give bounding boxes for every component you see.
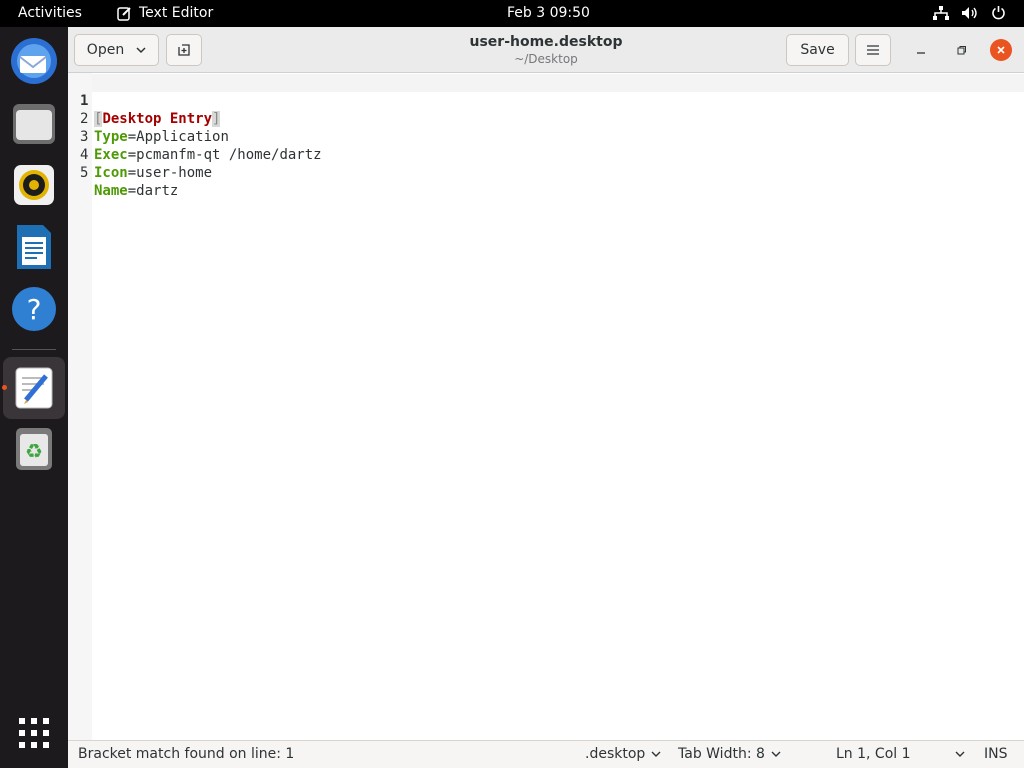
power-icon bbox=[992, 6, 1005, 20]
app-menu-label: Text Editor bbox=[139, 5, 214, 21]
text-editor-icon bbox=[15, 367, 53, 409]
save-button[interactable]: Save bbox=[786, 34, 849, 66]
open-button-label: Open bbox=[86, 42, 125, 58]
rhythmbox-launcher[interactable] bbox=[10, 161, 58, 209]
equals-sign: = bbox=[127, 183, 137, 199]
window-title: user-home.desktop bbox=[469, 34, 623, 50]
key-name: Name bbox=[94, 183, 128, 199]
chevron-down-icon bbox=[651, 751, 661, 757]
menu-button[interactable] bbox=[855, 34, 891, 66]
equals-sign: = bbox=[127, 129, 137, 145]
current-line-highlight bbox=[68, 74, 1024, 92]
tab-width-selector[interactable]: Tab Width: 8 bbox=[678, 746, 781, 762]
new-tab-icon bbox=[178, 44, 190, 56]
help-icon: ? bbox=[12, 287, 56, 331]
save-button-label: Save bbox=[800, 42, 835, 58]
code-line: 3 Exec=pcmanfm-qt /home/dartz bbox=[68, 110, 322, 163]
text-view[interactable]: 1 [Desktop Entry] 2 Type=Application 3 E… bbox=[68, 73, 1024, 740]
show-applications-button[interactable] bbox=[10, 709, 58, 757]
files-launcher[interactable] bbox=[10, 99, 58, 147]
libreoffice-writer-icon bbox=[17, 225, 51, 269]
volume-icon bbox=[962, 6, 977, 19]
header-bar: Open user-home.desktop ~/Desktop Save bbox=[68, 27, 1024, 73]
text-editor-launcher[interactable] bbox=[10, 364, 58, 412]
new-tab-button[interactable] bbox=[166, 34, 202, 66]
code-line: 4 Icon=user-home bbox=[68, 128, 212, 181]
dock: ? ♻ bbox=[0, 27, 68, 768]
equals-sign: = bbox=[127, 165, 137, 181]
language-selector[interactable]: .desktop bbox=[585, 746, 661, 762]
code-text: Exec=pcmanfm-qt /home/dartz bbox=[94, 146, 322, 164]
minimize-icon bbox=[917, 52, 925, 54]
running-indicator bbox=[2, 385, 7, 390]
code-line: 5 Name=dartz bbox=[68, 146, 178, 199]
top-bar: Activities Text Editor Feb 3 09:50 bbox=[0, 0, 1024, 27]
insert-mode-indicator[interactable]: INS bbox=[984, 746, 1008, 762]
trash-icon: ♻ bbox=[16, 428, 52, 470]
bracket-close: ] bbox=[212, 111, 221, 127]
libreoffice-writer-launcher[interactable] bbox=[10, 223, 58, 271]
network-icon bbox=[933, 5, 949, 20]
cursor-position-selector[interactable]: Ln 1, Col 1 bbox=[836, 746, 965, 762]
svg-text:?: ? bbox=[27, 293, 42, 326]
clock[interactable]: Feb 3 09:50 bbox=[507, 5, 590, 21]
window-subtitle: ~/Desktop bbox=[514, 52, 578, 66]
text-editor-window: Open user-home.desktop ~/Desktop Save 1 … bbox=[68, 27, 1024, 768]
rhythmbox-icon bbox=[14, 165, 54, 205]
section-name: Desktop Entry bbox=[102, 111, 213, 127]
maximize-icon bbox=[957, 45, 966, 54]
cursor-position-label: Ln 1, Col 1 bbox=[836, 746, 911, 762]
dock-separator bbox=[12, 349, 56, 350]
chevron-down-icon bbox=[136, 46, 146, 53]
files-icon bbox=[13, 104, 55, 144]
thunderbird-launcher[interactable] bbox=[10, 37, 58, 85]
activities-button[interactable]: Activities bbox=[18, 5, 82, 21]
key-value: user-home bbox=[136, 165, 213, 181]
hamburger-menu-icon bbox=[867, 45, 879, 55]
equals-sign: = bbox=[127, 147, 137, 163]
system-tray[interactable] bbox=[933, 5, 1006, 20]
code-line: 1 [Desktop Entry] bbox=[68, 74, 221, 127]
code-text: Name=dartz bbox=[94, 182, 178, 200]
text-editor-small-icon bbox=[117, 6, 131, 21]
key-value: dartz bbox=[136, 183, 179, 199]
trash-launcher[interactable]: ♻ bbox=[10, 425, 58, 473]
close-button[interactable] bbox=[990, 39, 1012, 61]
status-bar: Bracket match found on line: 1 .desktop … bbox=[68, 740, 1024, 768]
key-value: pcmanfm-qt /home/dartz bbox=[136, 147, 322, 163]
minimize-button[interactable] bbox=[910, 39, 932, 61]
open-button[interactable]: Open bbox=[74, 34, 159, 66]
chevron-down-icon bbox=[771, 751, 781, 757]
help-launcher[interactable]: ? bbox=[10, 285, 58, 333]
tab-width-label: Tab Width: 8 bbox=[678, 746, 765, 762]
code-line: 2 Type=Application bbox=[68, 92, 229, 145]
svg-text:♻: ♻ bbox=[25, 439, 43, 463]
key-value: Application bbox=[136, 129, 229, 145]
language-label: .desktop bbox=[585, 746, 646, 762]
status-message: Bracket match found on line: 1 bbox=[78, 746, 295, 762]
close-icon bbox=[997, 46, 1005, 54]
thunderbird-icon bbox=[11, 38, 57, 84]
line-number: 5 bbox=[80, 165, 89, 181]
app-grid-icon bbox=[19, 718, 49, 748]
maximize-button[interactable] bbox=[950, 39, 972, 61]
chevron-down-icon bbox=[955, 751, 965, 757]
app-menu[interactable]: Text Editor bbox=[117, 5, 213, 21]
